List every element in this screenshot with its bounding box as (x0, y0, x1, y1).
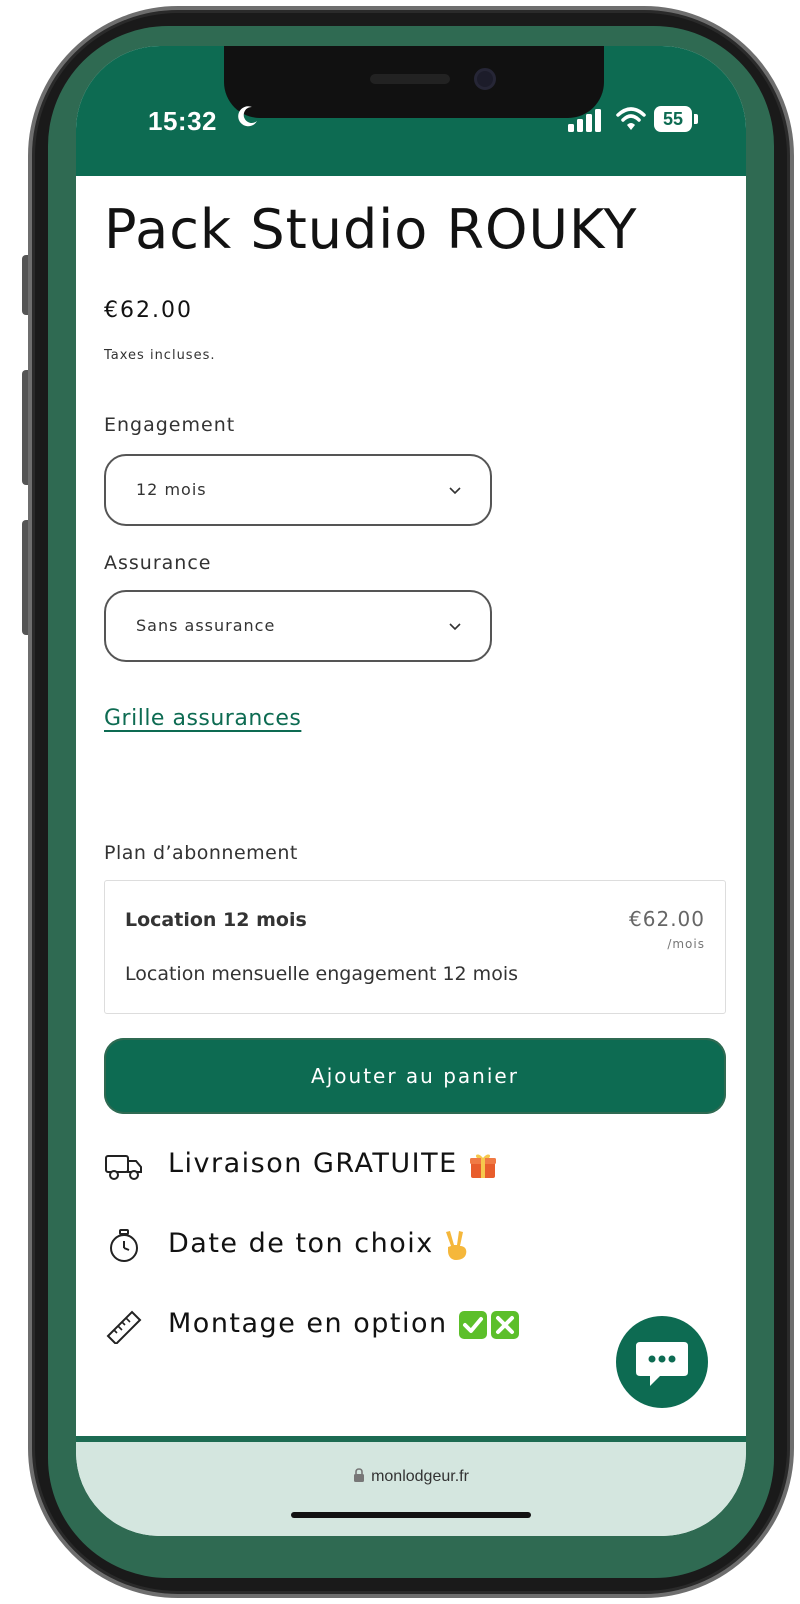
feature-text: Livraison GRATUITE (168, 1148, 498, 1180)
plan-label: Plan d’abonnement (104, 842, 298, 864)
home-indicator[interactable] (291, 1512, 531, 1518)
chat-button[interactable] (616, 1316, 708, 1408)
feature-date-choice: Date de ton choix (104, 1222, 704, 1272)
engagement-value: 12 mois (136, 480, 207, 499)
insurance-grid-link[interactable]: Grille assurances (104, 706, 301, 731)
add-to-cart-button[interactable]: Ajouter au panier (104, 1038, 726, 1114)
chat-bubble-icon (636, 1342, 688, 1386)
product-page: Pack Studio ROUKY €62.00 Taxes incluses.… (76, 176, 746, 1436)
battery-tip (694, 114, 698, 124)
plan-price: €62.00 (629, 907, 705, 931)
wifi-icon (616, 107, 646, 130)
victory-hand-emoji-icon (445, 1230, 467, 1260)
ruler-icon (106, 1310, 142, 1344)
assurance-label: Assurance (104, 552, 212, 574)
subscription-plan-card[interactable]: Location 12 mois €62.00 /mois Location m… (104, 880, 726, 1014)
plan-description: Location mensuelle engagement 12 mois (125, 963, 518, 985)
feature-assembly-option: Montage en option (104, 1302, 704, 1352)
browser-url-bar[interactable]: monlodgeur.fr (76, 1436, 746, 1536)
tax-note: Taxes incluses. (104, 348, 216, 363)
product-price: €62.00 (104, 298, 193, 323)
check-cross-emoji-icon (458, 1310, 519, 1339)
status-bar: 15:32 55 (76, 46, 746, 176)
feature-text: Date de ton choix (168, 1228, 470, 1261)
gift-emoji-icon (469, 1154, 496, 1178)
chevron-down-icon (449, 487, 461, 495)
moon-icon (238, 106, 257, 127)
feature-free-delivery: Livraison GRATUITE (104, 1142, 704, 1192)
feature-text: Montage en option (168, 1308, 520, 1340)
url-text: monlodgeur.fr (76, 1468, 746, 1486)
battery-indicator: 55 (654, 106, 692, 132)
front-camera (474, 68, 496, 90)
cellular-signal-icon (568, 109, 601, 132)
plan-name: Location 12 mois (125, 909, 307, 931)
status-time: 15:32 (148, 106, 217, 136)
truck-icon (105, 1155, 142, 1180)
speaker (370, 74, 450, 84)
assurance-value: Sans assurance (136, 616, 276, 635)
assurance-select[interactable]: Sans assurance (104, 590, 492, 662)
engagement-select[interactable]: 12 mois (104, 454, 492, 526)
engagement-label: Engagement (104, 414, 236, 436)
screen-bezel: 15:32 55 Pack Studio ROUKY €62.00 Taxes … (48, 26, 774, 1578)
phone-screen: 15:32 55 Pack Studio ROUKY €62.00 Taxes … (76, 46, 746, 1536)
stopwatch-icon (110, 1229, 138, 1262)
lock-icon (354, 1468, 365, 1482)
plan-unit: /mois (667, 937, 705, 951)
chevron-down-icon (449, 623, 461, 631)
notch (224, 46, 604, 118)
page-title: Pack Studio ROUKY (104, 198, 638, 261)
